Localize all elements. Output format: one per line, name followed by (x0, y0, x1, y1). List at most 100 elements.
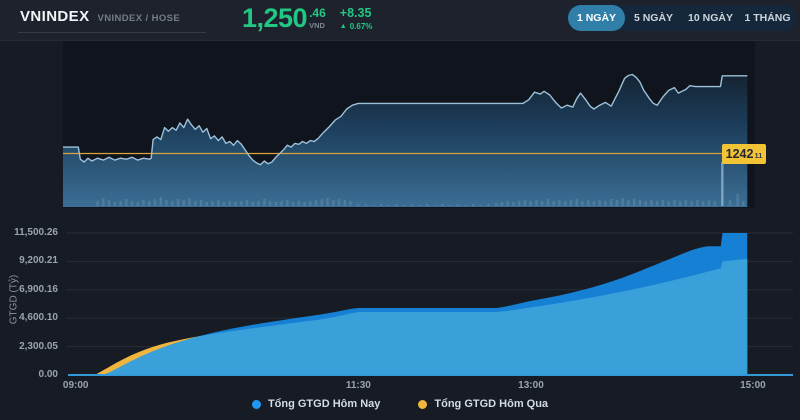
volume-bar (222, 202, 226, 206)
chart-canvas[interactable] (0, 0, 800, 420)
volume-bar (291, 202, 295, 206)
y-tick-label: 2,300.05 (19, 340, 58, 352)
range-button-1[interactable]: 1 NGÀY (568, 5, 625, 31)
volume-bar (472, 204, 475, 206)
y-tick-label: 6,900.16 (19, 283, 58, 295)
legend-label: Tổng GTGD Hôm Nay (267, 398, 381, 410)
volume-bar (349, 201, 352, 206)
volume-bar (433, 205, 436, 206)
volume-bar (326, 198, 329, 206)
range-button-3[interactable]: 10 NGÀY (682, 5, 739, 31)
volume-bar (479, 205, 482, 206)
volume-bar (690, 201, 693, 206)
volume-bar (268, 201, 272, 206)
volume-bar (136, 202, 139, 206)
volume-bar (638, 200, 642, 206)
y-tick-label: 9,200.21 (19, 255, 58, 267)
volume-bar (165, 200, 168, 206)
change-value: +8.35 (339, 6, 372, 20)
legend-item-2[interactable]: Tổng GTGD Hôm Qua (418, 398, 548, 410)
reference-price-main: 1242 (725, 147, 754, 161)
volume-bar (546, 199, 550, 206)
volume-bar (512, 202, 515, 206)
volume-bar (529, 201, 532, 206)
legend-dot-icon (418, 399, 428, 409)
volume-bar (721, 162, 724, 206)
range-button-4[interactable]: 1 THÁNG (739, 5, 796, 31)
volume-bar (592, 201, 596, 206)
volume-bar (633, 199, 636, 206)
volume-bar (194, 201, 197, 206)
volume-bar (707, 200, 711, 206)
volume-bar (403, 205, 406, 206)
volume-bar (541, 201, 544, 206)
volume-bar (696, 200, 699, 206)
volume-bar (217, 200, 220, 206)
volume-bar (523, 200, 527, 206)
volume-bar (535, 200, 538, 206)
volume-bar (487, 204, 490, 206)
volume-bar (211, 201, 214, 206)
volume-bar (102, 198, 105, 206)
title-underline (18, 32, 206, 33)
volume-bar (627, 200, 630, 206)
volume-bar (684, 200, 688, 206)
change-percent: 0.67% (349, 22, 373, 31)
volume-bar (500, 202, 504, 206)
volume-bar (558, 200, 561, 206)
volume-bar (303, 202, 306, 206)
volume-bar (673, 200, 676, 206)
volume-bar (598, 200, 601, 206)
volume-bar (610, 199, 613, 206)
volume-bar (182, 200, 185, 206)
volume-bar (245, 200, 249, 206)
x-tick-label: 09:00 (62, 380, 89, 391)
reference-price-label: 1242 11 (722, 144, 766, 164)
volume-bar (337, 199, 341, 206)
up-arrow-icon: ▲ (339, 22, 347, 30)
volume-bar (130, 201, 134, 206)
volume-bar (240, 201, 243, 206)
volume-bar (449, 205, 452, 206)
volume-bar (205, 202, 208, 206)
reference-price-fraction: 11 (754, 150, 763, 160)
legend: Tổng GTGD Hôm Nay Tổng GTGD Hôm Qua (0, 398, 800, 410)
volume-bar (575, 199, 578, 206)
volume-bar (380, 204, 383, 206)
volume-bar (604, 201, 607, 206)
volume-bar (320, 199, 323, 206)
volume-bar (153, 199, 157, 206)
volume-bar (587, 200, 590, 206)
volume-bar (644, 201, 647, 206)
legend-item-1[interactable]: Tổng GTGD Hôm Nay (251, 398, 381, 410)
volume-bar (736, 194, 739, 206)
volume-bar (552, 201, 555, 206)
volume-bar (314, 200, 318, 206)
volume-bar (456, 204, 459, 206)
y-tick-label: 4,600.10 (19, 312, 58, 324)
volume-bar (113, 202, 116, 206)
volume-bar (309, 201, 312, 206)
volume-bar (679, 201, 682, 206)
x-tick-label: 13:00 (518, 380, 544, 391)
volume-bar (615, 200, 619, 206)
volume-bar (742, 201, 745, 206)
volume-bar (364, 204, 367, 206)
range-button-2[interactable]: 5 NGÀY (625, 5, 682, 31)
volume-bar (159, 197, 162, 206)
volume-bar (506, 201, 509, 206)
volume-bar (171, 201, 174, 206)
volume-bar (464, 205, 467, 206)
volume-bar (257, 201, 260, 206)
volume-bar (387, 205, 390, 206)
volume-bar (518, 201, 521, 206)
volume-bar (96, 201, 99, 206)
volume-bar (125, 199, 128, 206)
legend-label: Tổng GTGD Hôm Qua (434, 398, 549, 410)
price-fraction: .46 (309, 6, 326, 20)
volume-bar (274, 202, 277, 206)
volume-bar (343, 200, 346, 206)
volume-bar (426, 204, 429, 206)
volume-bar (581, 201, 584, 206)
volume-bar (418, 205, 421, 206)
